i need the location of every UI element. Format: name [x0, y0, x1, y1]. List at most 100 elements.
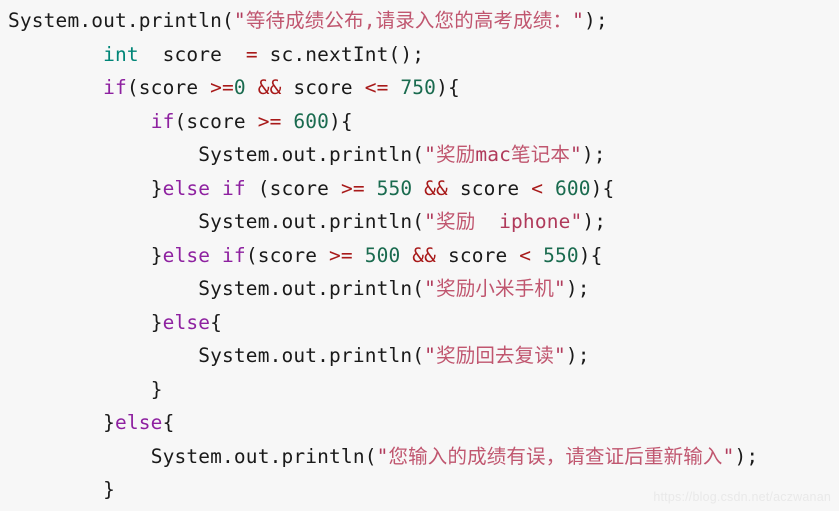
code-token-punct: ){ — [578, 243, 603, 267]
code-token-string_cjk: 等待成绩公布,请录入您的高考成绩： — [245, 9, 573, 32]
code-token-string: " — [722, 444, 735, 468]
code-token-plain: (score — [245, 243, 330, 267]
code-token-operator: <= — [364, 76, 389, 99]
code-token-keyword: if — [150, 109, 175, 133]
code-line: }else{ — [8, 306, 839, 340]
code-line: System.out.println("奖励 iphone"); — [8, 205, 839, 239]
code-token-plain: (score — [126, 76, 211, 99]
code-token-plain: score — [447, 176, 532, 200]
code-token-punct: ){ — [329, 109, 353, 133]
code-token-punct: ( — [364, 444, 377, 468]
code-token-plain: System.out.println — [8, 9, 223, 32]
code-line: System.out.println("奖励回去复读"); — [8, 339, 839, 373]
code-token-operator: && — [257, 76, 282, 99]
code-token-punct: ( — [412, 210, 425, 233]
code-token-number: 550 — [543, 243, 579, 267]
code-token-string_cjk: 奖励小米手机 — [436, 277, 554, 300]
code-token-punct: ){ — [436, 76, 460, 99]
code-token-operator: < — [519, 243, 532, 267]
code-token-punct: } — [150, 176, 163, 200]
code-token-operator: >= — [210, 76, 234, 99]
code-token-punct: ( — [412, 143, 425, 166]
code-line: }else{ — [8, 406, 839, 440]
code-token-punct: } — [150, 310, 163, 334]
code-token-string: " — [570, 143, 582, 166]
code-token-keyword: else — [162, 243, 211, 267]
code-token-punct: } — [103, 478, 116, 501]
code-token-operator: >= — [329, 243, 353, 267]
code-token-plain: System.out.println — [198, 143, 413, 166]
code-token-operator: = — [245, 42, 258, 66]
code-token-plain: (score — [174, 109, 258, 133]
code-token-keyword: else — [162, 176, 211, 200]
code-token-plain: score — [436, 243, 520, 267]
code-line: }else if (score >= 550 && score < 600){ — [8, 172, 839, 206]
code-token-punct: ( — [412, 344, 425, 367]
code-token-punct: ); — [734, 444, 759, 468]
code-token-punct: ( — [412, 277, 425, 300]
code-line: if(score >=0 && score <= 750){ — [8, 71, 839, 105]
code-token-operator: >= — [340, 176, 365, 200]
code-token-string: " — [376, 444, 389, 468]
code-token-string: " — [424, 344, 437, 367]
code-token-operator: && — [412, 243, 437, 267]
code-token-number: 500 — [364, 243, 401, 267]
code-token-operator: >= — [257, 109, 282, 133]
code-token-type: int — [103, 42, 139, 66]
code-token-plain: score — [138, 42, 246, 66]
code-token-plain: score — [281, 76, 365, 99]
code-token-number: 0 — [233, 76, 246, 99]
code-token-string_cjk: 奖励 — [436, 143, 476, 166]
code-line: } — [8, 373, 839, 407]
code-token-operator: < — [531, 176, 544, 200]
code-token-punct: { — [210, 310, 223, 334]
code-snippet-view: System.out.println("等待成绩公布,请录入您的高考成绩：");… — [0, 0, 839, 511]
code-token-string: mac — [475, 143, 512, 166]
code-token-number: 600 — [554, 176, 591, 200]
code-line: }else if(score >= 500 && score < 550){ — [8, 239, 839, 273]
code-token-keyword: if — [222, 176, 246, 200]
code-token-string: " — [424, 277, 437, 300]
code-line: if(score >= 600){ — [8, 105, 839, 139]
code-token-punct: { — [162, 411, 175, 434]
code-token-punct: ); — [581, 143, 606, 166]
code-token-keyword: else — [162, 310, 211, 334]
code-token-operator: && — [424, 176, 448, 200]
code-token-punct: ); — [582, 210, 607, 233]
code-token-plain: sc.nextInt(); — [257, 42, 425, 66]
code-token-punct: ){ — [590, 176, 615, 200]
code-token-plain: (score — [245, 176, 341, 200]
code-token-number: 550 — [376, 176, 413, 200]
code-token-number: 600 — [293, 109, 330, 133]
code-token-string_cjk: 奖励回去复读 — [436, 344, 554, 367]
code-line: System.out.println("奖励mac笔记本"); — [8, 138, 839, 172]
code-token-string: " — [570, 210, 583, 233]
code-line: System.out.println("等待成绩公布,请录入您的高考成绩："); — [8, 4, 839, 38]
code-token-punct: } — [150, 243, 163, 267]
code-token-string: " — [424, 210, 437, 233]
code-line: int score = sc.nextInt(); — [8, 38, 839, 72]
code-token-plain: System.out.println — [198, 210, 413, 233]
watermark-url: https://blog.csdn.net/aczwanan — [653, 490, 831, 504]
